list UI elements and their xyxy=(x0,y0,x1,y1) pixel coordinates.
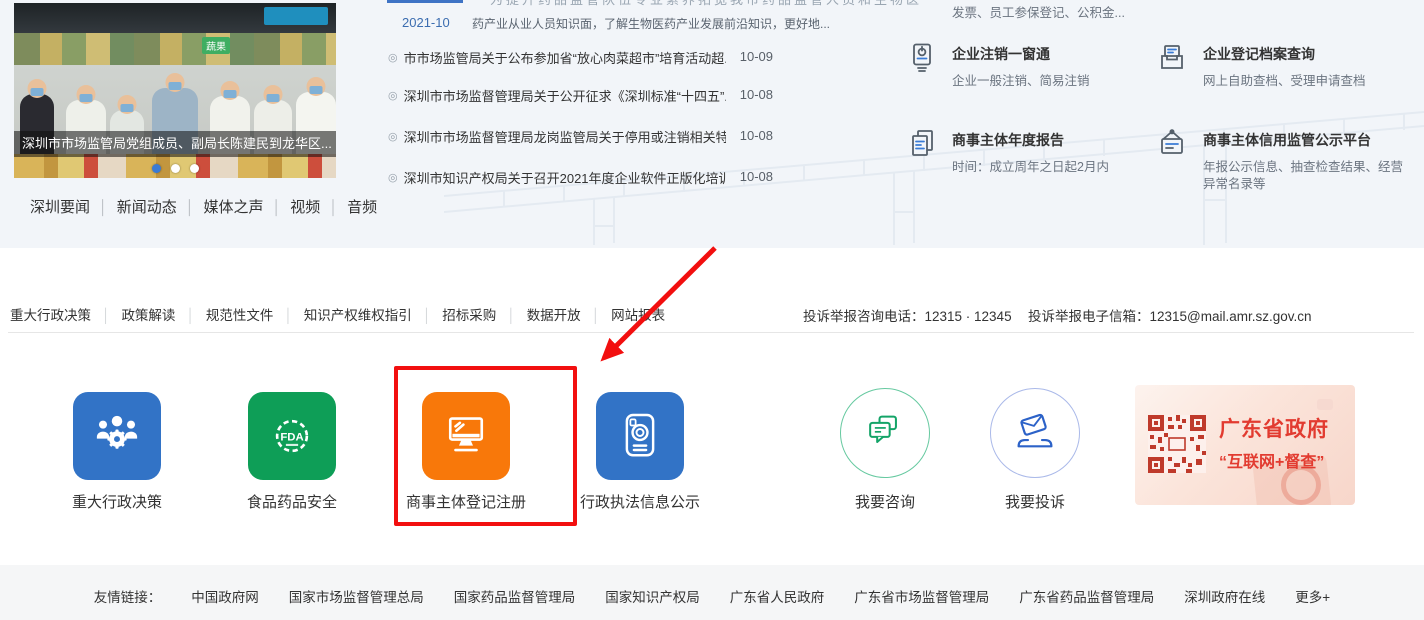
news-date: 10-08 xyxy=(740,128,773,143)
news-tab-bar: 深圳要闻新闻动态媒体之声视频音频 xyxy=(30,196,377,217)
carousel-dots xyxy=(14,164,336,173)
circle-label: 我要咨询 xyxy=(855,491,915,512)
link-normative-documents[interactable]: 规范性文件 xyxy=(206,308,304,323)
service-subtitle: 年报公示信息、抽查检查结果、经营异常名录等 xyxy=(1203,159,1403,193)
link-policy-interpretation[interactable]: 政策解读 xyxy=(121,308,205,323)
divider xyxy=(8,332,1414,333)
carousel-caption[interactable]: 深圳市市场监管局党组成员、副局长陈建民到龙华区... xyxy=(14,131,336,157)
service-credit-platform[interactable]: 商事主体信用监管公示平台 年报公示信息、抽查检查结果、经营异常名录等 xyxy=(1203,130,1403,193)
fda-wreath-icon: FDA xyxy=(248,392,336,480)
banner-title: 广东省政府 xyxy=(1219,413,1329,443)
footer-link-gd-samr[interactable]: 广东省市场监督管理局 xyxy=(854,586,989,606)
footer-link-gd-gov[interactable]: 广东省人民政府 xyxy=(730,586,825,606)
friend-links-label: 友情链接： xyxy=(94,586,162,606)
photo-produce-sign: 蔬果 xyxy=(202,37,230,54)
tile-label: 商事主体登记注册 xyxy=(406,491,526,512)
link-major-decisions[interactable]: 重大行政决策 xyxy=(10,308,121,323)
service-archive-query[interactable]: 企业登记档案查询 网上自助查档、受理申请查档 xyxy=(1203,44,1424,90)
footer-link-gov-cn[interactable]: 中国政府网 xyxy=(191,586,259,606)
annual-report-icon xyxy=(906,128,938,160)
carousel-dot-2[interactable] xyxy=(171,164,180,173)
footer-link-sz-online[interactable]: 深圳政府在线 xyxy=(1184,586,1265,606)
news-bullet-icon: ◎ xyxy=(388,52,398,64)
banner-subtitle: “互联网+督查” xyxy=(1219,448,1329,472)
clipped-news-line: 为提升药品监管队伍专业素养拓宽我市药品监管人员和生物医 xyxy=(490,0,1010,7)
tile-label: 行政执法信息公示 xyxy=(580,491,700,512)
news-date: 10-09 xyxy=(740,49,773,64)
envelope-drop-icon xyxy=(990,388,1080,478)
tile-major-decisions[interactable]: 重大行政决策 xyxy=(69,392,165,512)
news-carousel[interactable]: 蔬果 深圳市市场监管局党组成员、副局长陈建民到龙华区... xyxy=(14,3,336,178)
news-date: 10-08 xyxy=(740,169,773,184)
footer-link-more[interactable]: 更多+ xyxy=(1295,586,1330,606)
photo-shelves xyxy=(14,33,336,65)
tile-label: 重大行政决策 xyxy=(72,491,162,512)
news-item: ◎ 深圳市市场监督管理局龙岗监管局关于停用或注销相关特种... 10-08 xyxy=(388,127,773,145)
news-link[interactable]: 深圳市市场监督管理局关于公开征求《深圳标准“十四五”... xyxy=(404,86,726,105)
news-link[interactable]: 市市场监管局关于公布参加省“放心肉菜超市”培育活动超... xyxy=(404,48,726,67)
complaint-email: 投诉举报电子信箱：12315@mail.amr.sz.gov.cn xyxy=(1028,305,1312,325)
top-news-section: 蔬果 深圳市市场监管局党组成员、副局长陈建民到龙华区... 深圳要闻新闻动态媒体… xyxy=(0,0,1424,248)
tile-label: 食品药品安全 xyxy=(247,491,337,512)
news-link[interactable]: 深圳市市场监督管理局龙岗监管局关于停用或注销相关特种... xyxy=(404,127,726,146)
archive-tray-icon xyxy=(1156,42,1188,74)
link-site-reports[interactable]: 网站报表 xyxy=(611,308,665,323)
service-subtitle: 企业一般注销、简易注销 xyxy=(952,73,1202,90)
news-link[interactable]: 深圳市知识产权局关于召开2021年度企业软件正版化培训（... xyxy=(404,168,726,187)
link-bidding[interactable]: 招标采购 xyxy=(442,308,526,323)
news-summary-line: 药产业从业人员知识面，了解生物医药产业发展前沿知识，更好地... xyxy=(472,15,830,32)
news-bullet-icon: ◎ xyxy=(388,131,398,143)
qr-code xyxy=(1148,415,1206,473)
footer-link-gd-mpa[interactable]: 广东省药品监督管理局 xyxy=(1019,586,1154,606)
footer-link-nmpa[interactable]: 国家药品监督管理局 xyxy=(454,586,576,606)
friend-links-row: 友情链接： 中国政府网 国家市场监督管理总局 国家药品监督管理局 国家知识产权局… xyxy=(0,565,1424,606)
tab-shenzhen-news[interactable]: 深圳要闻 xyxy=(30,199,117,216)
tab-media-voice[interactable]: 媒体之声 xyxy=(204,199,291,216)
notice-board-icon xyxy=(1156,128,1188,160)
carousel-dot-1[interactable] xyxy=(152,164,161,173)
clipped-service-subtitle: 发票、员工参保登记、公积金... xyxy=(952,2,1125,21)
complaint-hotline: 投诉举报咨询电话：12315 · 12345 xyxy=(803,305,1012,325)
fda-badge-text: FDA xyxy=(280,431,303,443)
monitor-icon xyxy=(422,392,510,480)
news-item: ◎ 深圳市知识产权局关于召开2021年度企业软件正版化培训（... 10-08 xyxy=(388,168,773,186)
service-title: 商事主体信用监管公示平台 xyxy=(1203,130,1403,150)
tile-business-registration[interactable]: 商事主体登记注册 xyxy=(418,392,514,512)
service-subtitle: 网上自助查档、受理申请查档 xyxy=(1203,73,1424,90)
banner-decor xyxy=(1317,399,1333,410)
footer: 友情链接： 中国政府网 国家市场监督管理总局 国家药品监督管理局 国家知识产权局… xyxy=(0,565,1424,620)
footer-link-samr[interactable]: 国家市场监督管理总局 xyxy=(289,586,424,606)
banner-text: 广东省政府 “互联网+督查” xyxy=(1219,413,1329,472)
gd-supervision-banner[interactable]: 广东省政府 “互联网+督查” xyxy=(1135,385,1355,505)
service-subtitle: 时间：成立周年之日起2月内 xyxy=(952,159,1202,176)
news-item: ◎ 市市场监管局关于公布参加省“放心肉菜超市”培育活动超... 10-09 xyxy=(388,48,773,66)
carousel-dot-3[interactable] xyxy=(190,164,199,173)
news-item: ◎ 深圳市市场监督管理局关于公开征求《深圳标准“十四五”... 10-08 xyxy=(388,86,773,104)
link-ip-rights-guide[interactable]: 知识产权维权指引 xyxy=(304,308,442,323)
page: 蔬果 深圳市市场监管局党组成员、副局长陈建民到龙华区... 深圳要闻新闻动态媒体… xyxy=(0,0,1424,620)
camera-intercom-icon xyxy=(596,392,684,480)
tab-video[interactable]: 视频 xyxy=(290,199,347,216)
news-date: 10-08 xyxy=(740,87,773,102)
power-document-icon xyxy=(906,42,938,74)
news-bullet-icon: ◎ xyxy=(388,172,398,184)
quick-links-bar: 重大行政决策政策解读规范性文件知识产权维权指引招标采购数据开放网站报表 xyxy=(10,304,665,324)
chat-bubbles-icon xyxy=(840,388,930,478)
bridge-watermark-graphic xyxy=(444,0,1424,246)
news-month-label: 2021-10 xyxy=(402,15,450,30)
circle-label: 我要投诉 xyxy=(1005,491,1065,512)
consult-button[interactable]: 我要咨询 xyxy=(837,388,933,512)
tile-food-drug-safety[interactable]: FDA 食品药品安全 xyxy=(244,392,340,512)
photo-store-banner xyxy=(264,7,328,25)
active-tab-indicator xyxy=(387,0,463,3)
service-title: 企业登记档案查询 xyxy=(1203,44,1424,64)
footer-link-cnipa[interactable]: 国家知识产权局 xyxy=(605,586,700,606)
link-open-data[interactable]: 数据开放 xyxy=(527,308,611,323)
tab-audio[interactable]: 音频 xyxy=(347,199,377,216)
news-bullet-icon: ◎ xyxy=(388,90,398,102)
complaint-button[interactable]: 我要投诉 xyxy=(987,388,1083,512)
tile-law-enforcement-disclosure[interactable]: 行政执法信息公示 xyxy=(592,392,688,512)
people-gear-icon xyxy=(73,392,161,480)
tab-news-updates[interactable]: 新闻动态 xyxy=(117,199,204,216)
